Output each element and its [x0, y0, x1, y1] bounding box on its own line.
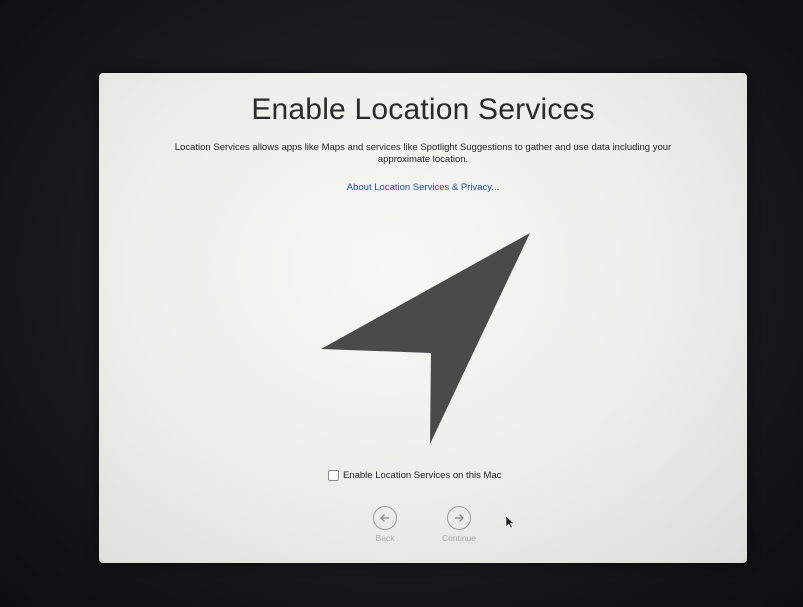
description-text: Location Services allows apps like Maps … — [174, 142, 672, 165]
page-title: Enable Location Services — [251, 93, 595, 126]
privacy-link[interactable]: About Location Services & Privacy... — [99, 182, 747, 193]
mouse-pointer-icon — [505, 515, 515, 529]
back-label: Back — [375, 533, 395, 543]
arrow-left-circle-icon — [373, 506, 397, 530]
enable-location-checkbox[interactable] — [328, 470, 339, 481]
continue-label: Continue — [442, 533, 477, 543]
location-arrow-icon — [321, 233, 530, 444]
arrow-right-circle-icon — [447, 506, 472, 530]
setup-assistant-window: Enable Location Services Location Servic… — [99, 73, 747, 563]
back-button[interactable]: Back — [373, 506, 397, 543]
enable-location-checkbox-row[interactable]: Enable Location Services on this Mac — [328, 470, 501, 481]
continue-button[interactable]: Continue — [442, 506, 476, 543]
checkbox-label: Enable Location Services on this Mac — [343, 470, 502, 481]
